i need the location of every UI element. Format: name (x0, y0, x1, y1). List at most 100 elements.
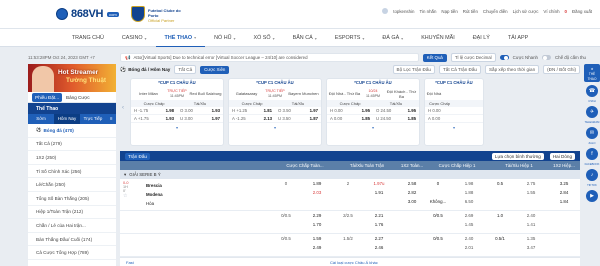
odds-value-cell[interactable]: 2.49 (298, 243, 336, 252)
odds-value-cell[interactable]: 0 (426, 179, 450, 188)
odds-value-cell[interactable]: 2.21 (360, 211, 398, 220)
odds-value-cell[interactable]: 2.84 (550, 188, 578, 197)
nav-item-6[interactable]: ESPORTS ▾ (326, 29, 374, 47)
sidebar-market-item[interactable]: Bóng đá (470) (28, 124, 116, 138)
odds-value-cell[interactable] (426, 188, 450, 197)
nav-item-2[interactable]: THỂ THAO ▾ (155, 29, 206, 47)
contact-4-icon[interactable]: f (586, 148, 598, 160)
odds-value-cell[interactable] (488, 220, 512, 229)
nav-item-3[interactable]: NỔ HŨ ▾ (205, 29, 244, 47)
odds-value-cell[interactable] (426, 243, 450, 252)
odds-value-cell[interactable]: 2.29 (298, 211, 336, 220)
nav-item-0[interactable]: TRANG CHỦ (63, 29, 113, 47)
odds-value-cell[interactable]: 0.5 (488, 179, 512, 188)
odds-type-select[interactable]: Tỉ lệ cược Decimal (450, 53, 496, 62)
sidebar-market-item[interactable]: 1X2 (250) (28, 151, 116, 165)
odds-cell[interactable]: A +1.75 1.93 (131, 116, 177, 121)
odds-value-cell[interactable]: 2.58 (398, 179, 426, 188)
odds-value-cell[interactable]: 2.03 (298, 188, 336, 197)
odds-value-cell[interactable] (488, 188, 512, 197)
sidebar-market-item[interactable]: Lẻ/Chẵn (250) (28, 178, 116, 192)
odds-cell[interactable]: U 3.00 1.97 (177, 116, 223, 121)
odds-value-cell[interactable] (550, 220, 578, 229)
tab-matches[interactable]: Trận Đấu (125, 152, 150, 160)
sort-select[interactable]: Sắp xếp theo thời gian (484, 65, 540, 74)
mode-toggle[interactable] (542, 55, 551, 60)
menu-icon[interactable]: ≡ (106, 114, 116, 124)
favorite-star-icon[interactable]: ☆ (123, 193, 141, 199)
result-button[interactable]: Kết Quả (422, 53, 447, 62)
odds-cell[interactable]: H +1.25 1.81 (229, 108, 275, 113)
sidebar-market-item[interactable]: Bàn Thắng Đầu/ Cuối (174) (28, 233, 116, 247)
odds-value-cell[interactable] (398, 234, 426, 243)
sports-live-button[interactable]: ★ THỂ THAO LIVE (584, 64, 600, 86)
sidebar-market-item[interactable]: Tất Cả (279) (28, 138, 116, 152)
odds-value-cell[interactable]: 3.00 (398, 197, 426, 206)
prev-arrow-icon[interactable]: ‹ (120, 78, 126, 138)
odds-value-cell[interactable]: 1.97u (360, 179, 398, 188)
nav-item-7[interactable]: ĐÁ GÀ ▾ (373, 29, 412, 47)
more-bets-icon[interactable]: ▾ (229, 123, 321, 132)
logout-link[interactable]: Đăng xuất (572, 9, 592, 14)
match-card[interactable]: *CUP C1 CHÂU ÂU Inter Milan TRỰC TIẾP 11:45… (130, 78, 224, 146)
nav-item-10[interactable]: TẢI APP (499, 29, 537, 47)
sidebar-market-item[interactable]: Tỉ Số Chính Xác (256) (28, 165, 116, 179)
match-card[interactable]: *CUP C1 CHÂU ÂU Galatasaray TRỰC TIẾP 11:45… (228, 78, 322, 146)
transfer-link[interactable]: Chuyển điền (483, 9, 508, 14)
contact-2-icon[interactable]: ✈ (586, 106, 598, 118)
odds-value-cell[interactable] (398, 243, 426, 252)
odds-value-cell[interactable] (488, 197, 512, 206)
odds-value-cell[interactable] (298, 197, 336, 206)
quick-bet-toggle[interactable] (499, 55, 509, 60)
bet-history-link[interactable]: Lịch sử cược (513, 9, 539, 14)
odds-value-cell[interactable] (426, 220, 450, 229)
more-bets-icon[interactable]: ▾ (131, 123, 223, 132)
odds-cell[interactable]: H 0.00 1.95 (327, 108, 373, 113)
odds-value-cell[interactable]: 1.59 (298, 234, 336, 243)
odds-value-cell[interactable]: 2.82 (398, 188, 426, 197)
fast-badge[interactable]: Fast (126, 260, 134, 265)
odds-cell[interactable]: O 3.00 1.93 (177, 108, 223, 113)
page-select[interactable]: (ĐN / Bốt Ghi) (543, 65, 580, 74)
more-bets-icon[interactable]: ▾ (327, 123, 419, 132)
nav-item-8[interactable]: KHUYẾN MÃI (412, 29, 464, 47)
odds-value-cell[interactable]: 2.46 (360, 243, 398, 252)
tab-early[interactable]: Sớm (28, 114, 54, 124)
parlay-button[interactable]: Cược Xiên (200, 65, 230, 74)
withdraw-link[interactable]: Rút tiền (463, 9, 478, 14)
odds-cell[interactable]: U 24.50 1.85 (373, 116, 419, 121)
nav-item-5[interactable]: BẮN CÁ ▾ (284, 29, 326, 47)
display-select[interactable]: Lựa chọn bình thường (491, 152, 544, 160)
odds-value-cell[interactable]: 3.25 (550, 179, 578, 188)
sidebar-market-item[interactable]: Tổng Số Bàn Thắng (205) (28, 192, 116, 206)
more-bets-icon[interactable]: ▾ (425, 123, 483, 132)
odds-value-cell[interactable] (360, 197, 398, 206)
odds-value-cell[interactable] (550, 234, 578, 243)
other-asian-odds-link[interactable]: Cài loại cược Châu Á khác (330, 260, 378, 265)
all-matches-select[interactable]: Tất Cả Trận Đấu (439, 65, 481, 74)
odds-cell[interactable]: A 0.00 1.85 (327, 116, 373, 121)
odds-value-cell[interactable]: 1.89 (298, 179, 336, 188)
odds-value-cell[interactable]: 2.27 (360, 234, 398, 243)
odds-value-cell[interactable]: 0/0.5 (426, 211, 450, 220)
nav-item-4[interactable]: XỔ SỐ ▾ (245, 29, 284, 47)
match-card[interactable]: *CUP C1 CHÂU ÂU Đội Nhà - Thứ Ba 10/24 11:4… (326, 78, 420, 146)
sidebar-market-item[interactable]: Hiệp 1/Toàn Trận (212) (28, 206, 116, 220)
line-select[interactable]: Hai Dòng (549, 152, 575, 160)
odds-value-cell[interactable] (398, 211, 426, 220)
odds-value-cell[interactable] (398, 220, 426, 229)
odds-value-cell[interactable]: 1.76 (360, 220, 398, 229)
odds-value-cell[interactable]: 0.5/1 (488, 234, 512, 243)
odds-cell[interactable]: A 0.00 (425, 116, 454, 121)
messages-link[interactable]: Tin nhắn (419, 9, 436, 14)
match-filter-select[interactable]: Bộ Lọc Trận Đấu (392, 65, 435, 74)
odds-cell[interactable]: U 3.50 1.87 (275, 116, 321, 121)
nav-item-1[interactable]: CASINO ▾ (113, 29, 156, 47)
tab-live[interactable]: Trực Tiếp (80, 114, 106, 124)
odds-value-cell[interactable]: 1.0 (488, 211, 512, 220)
odds-cell[interactable]: O 24.50 1.95 (373, 108, 419, 113)
deposit-link[interactable]: Nạp tiền (441, 9, 457, 14)
odds-value-cell[interactable]: 1.91 (360, 188, 398, 197)
tab-today[interactable]: Hôm Nay (54, 114, 80, 124)
odds-value-cell[interactable]: 1.84 (550, 197, 578, 206)
